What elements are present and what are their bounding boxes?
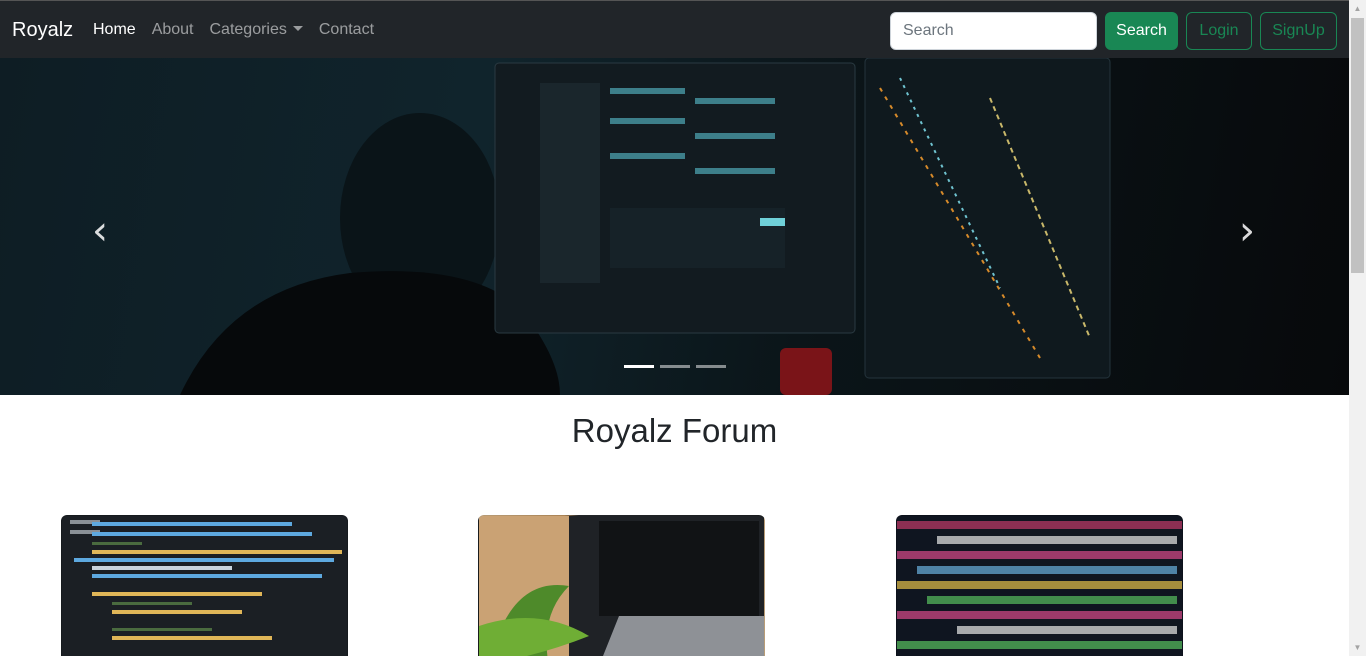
page-viewport: Royalz Home About Categories Contact Sea… [0, 0, 1349, 656]
navbar: Royalz Home About Categories Contact Sea… [0, 0, 1349, 58]
nav-link-home[interactable]: Home [93, 21, 136, 39]
login-button[interactable]: Login [1186, 12, 1252, 50]
page-title: Royalz Forum [571, 412, 778, 449]
nav-link-categories[interactable]: Categories [210, 21, 303, 39]
scrollbar-thumb[interactable] [1351, 18, 1364, 273]
nav-link-about[interactable]: About [152, 21, 194, 39]
scroll-down-icon[interactable]: ▼ [1349, 639, 1366, 656]
signup-button[interactable]: SignUp [1260, 12, 1337, 50]
carousel-indicators [624, 365, 726, 368]
colorful-code-image [897, 516, 1182, 656]
carousel-image [180, 58, 1111, 395]
carousel-prev-icon[interactable]: ‹ [92, 208, 108, 254]
category-card-image-2[interactable] [478, 515, 765, 656]
brand-logo[interactable]: Royalz [12, 19, 73, 42]
nav-links: Home About Categories Contact [93, 21, 390, 39]
search-button[interactable]: Search [1105, 12, 1178, 50]
nav-link-contact[interactable]: Contact [319, 21, 374, 39]
search-input[interactable] [890, 12, 1097, 50]
vertical-scrollbar[interactable]: ▲ ▼ [1349, 0, 1366, 656]
code-image-1 [62, 516, 347, 656]
carousel-indicator-3[interactable] [696, 365, 726, 368]
scroll-up-icon[interactable]: ▲ [1349, 0, 1366, 17]
carousel-indicator-2[interactable] [660, 365, 690, 368]
carousel-indicator-1[interactable] [624, 365, 654, 368]
category-card-image-3[interactable] [896, 515, 1183, 656]
hero-carousel: ‹ › [0, 58, 1349, 395]
carousel-next-icon[interactable]: › [1239, 208, 1255, 254]
nav-link-categories-label: Categories [209, 21, 287, 38]
category-card-image-1[interactable] [61, 515, 348, 656]
caret-down-icon [292, 26, 303, 31]
laptop-plant-image [479, 516, 764, 656]
